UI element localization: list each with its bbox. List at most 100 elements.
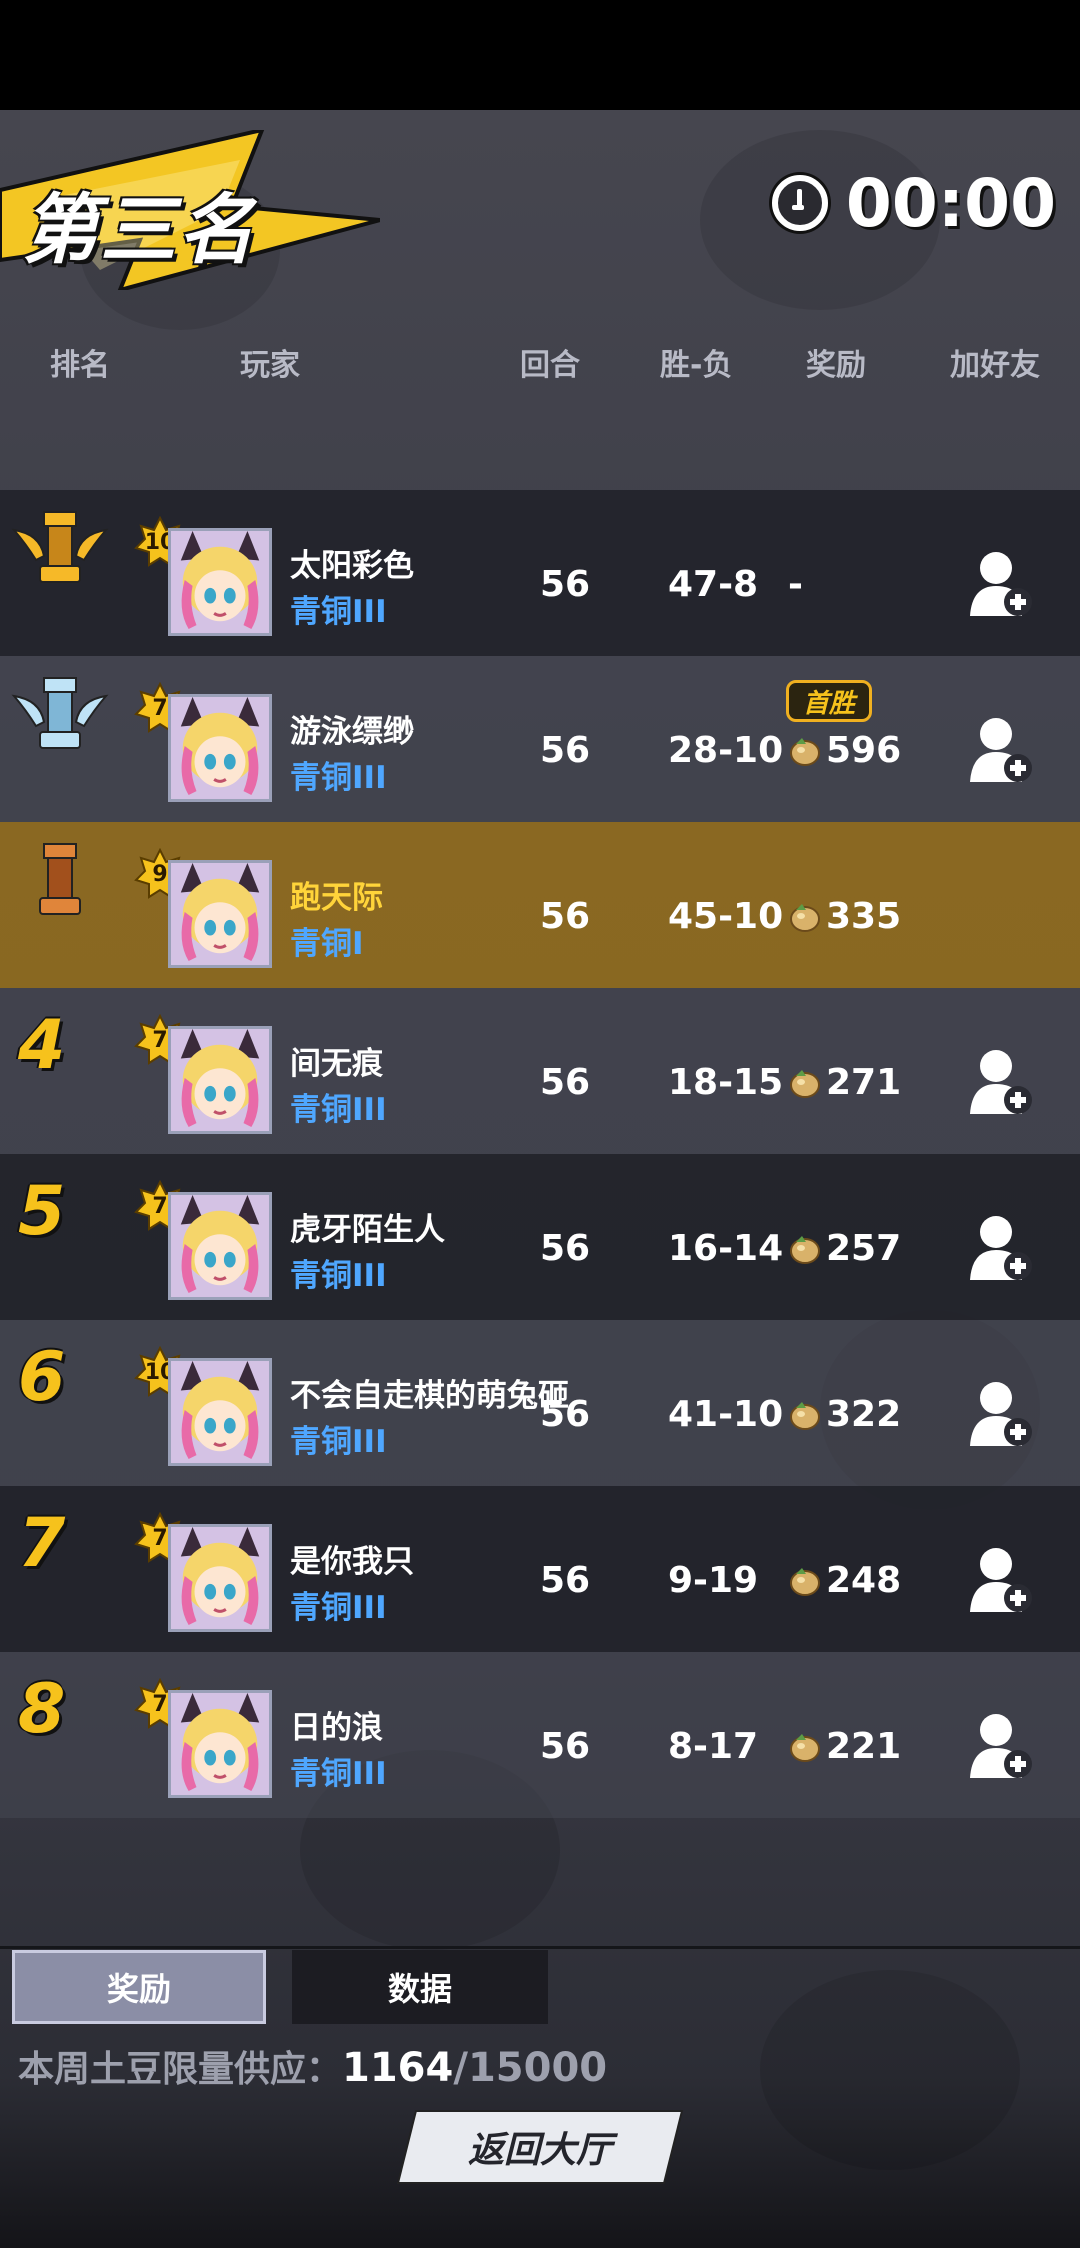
winloss-value: 47-8 <box>668 564 759 605</box>
add-friend-icon[interactable] <box>966 1210 1036 1284</box>
player-name: 是你我只 <box>290 1544 414 1580</box>
table-row: 8 7 日的浪 青铜III 56 8-17 221 <box>0 1652 1080 1818</box>
player-tier: 青铜III <box>290 1590 387 1626</box>
player-name: 跑天际 <box>290 880 383 916</box>
table-row: 6 10 不会自走棋的萌兔砸 青铜III 56 41-10 322 <box>0 1320 1080 1486</box>
add-friend-icon[interactable] <box>966 1542 1036 1616</box>
supply-current: 1164 <box>342 2045 454 2091</box>
rank-number: 5 <box>18 1172 66 1251</box>
rounds-value: 56 <box>540 1726 591 1767</box>
supply-max: /15000 <box>453 2045 608 2091</box>
winloss-value: 16-14 <box>668 1228 784 1269</box>
potato-coin-icon <box>788 1730 822 1764</box>
reward: 596 <box>788 730 901 771</box>
table-row: 4 7 间无痕 青铜III 56 18-15 271 <box>0 988 1080 1154</box>
back-to-lobby-button[interactable]: 返回大厅 <box>399 2112 681 2182</box>
timer-value: 00:00 <box>845 164 1056 242</box>
rank-number: 8 <box>18 1670 66 1749</box>
back-to-lobby-label: 返回大厅 <box>467 2130 612 2171</box>
reward-value: 596 <box>826 730 902 771</box>
player-tier: 青铜III <box>290 760 387 796</box>
potato-coin-icon <box>788 1398 822 1432</box>
add-friend-icon[interactable] <box>966 1708 1036 1782</box>
avatar[interactable] <box>168 1690 272 1798</box>
supply-info: 本周土豆限量供应：1164/15000 <box>18 2040 607 2092</box>
add-friend-icon[interactable] <box>966 1376 1036 1450</box>
player-name: 游泳缥缈 <box>290 714 414 750</box>
avatar[interactable] <box>168 1524 272 1632</box>
winloss-value: 9-19 <box>668 1560 759 1601</box>
rounds-value: 56 <box>540 1228 591 1269</box>
reward-value: - <box>788 564 803 605</box>
player-tier: 青铜III <box>290 1756 387 1792</box>
header-winloss: 胜-负 <box>660 348 733 383</box>
status-bar <box>0 0 1080 110</box>
reward-value: 271 <box>826 1062 902 1103</box>
add-friend-icon[interactable] <box>966 712 1036 786</box>
reward: 221 <box>788 1726 901 1767</box>
rounds-value: 56 <box>540 564 591 605</box>
potato-coin-icon <box>788 900 822 934</box>
reward: 248 <box>788 1560 901 1601</box>
reward: 271 <box>788 1062 901 1103</box>
winloss-value: 41-10 <box>668 1394 784 1435</box>
placement-title: 第三名 <box>22 185 256 274</box>
background-decoration <box>760 1970 1020 2170</box>
header-reward: 奖励 <box>806 348 866 383</box>
table-row: 10 太阳彩色 青铜III 56 47-8- <box>0 490 1080 656</box>
table-row: 5 7 虎牙陌生人 青铜III 56 16-14 257 <box>0 1154 1080 1320</box>
player-tier: 青铜III <box>290 1424 387 1460</box>
player-tier: 青铜I <box>290 926 364 962</box>
player-name: 日的浪 <box>290 1710 383 1746</box>
player-name: 间无痕 <box>290 1046 383 1082</box>
winloss-value: 18-15 <box>668 1062 784 1103</box>
player-name: 虎牙陌生人 <box>290 1212 445 1248</box>
bronze-rook-trophy-icon <box>39 843 81 915</box>
table-row: 7 7 是你我只 青铜III 56 9-19 248 <box>0 1486 1080 1652</box>
rank-number: 6 <box>18 1338 66 1417</box>
gold-rook-trophy-icon <box>11 511 109 583</box>
player-name: 不会自走棋的萌兔砸 <box>290 1378 569 1414</box>
potato-coin-icon <box>788 1066 822 1100</box>
reward-value: 257 <box>826 1228 902 1269</box>
reward-value: 221 <box>826 1726 902 1767</box>
divider <box>0 1946 1080 1949</box>
avatar[interactable] <box>168 1358 272 1466</box>
header-add-friend: 加好友 <box>950 348 1040 383</box>
avatar[interactable] <box>168 528 272 636</box>
reward: 335 <box>788 896 901 937</box>
avatar[interactable] <box>168 1192 272 1300</box>
silver-rook-trophy-icon <box>11 677 109 749</box>
rank-number: 4 <box>18 1006 66 1085</box>
header-player: 玩家 <box>240 348 300 383</box>
rounds-value: 56 <box>540 896 591 937</box>
clock-icon <box>771 175 828 231</box>
avatar[interactable] <box>168 860 272 968</box>
reward-value: 248 <box>826 1560 902 1601</box>
avatar[interactable] <box>168 1026 272 1134</box>
header-rank: 排名 <box>50 348 110 383</box>
reward: 322 <box>788 1394 901 1435</box>
rank-number: 7 <box>18 1504 66 1583</box>
tab-reward[interactable]: 奖励 <box>12 1950 266 2024</box>
rounds-value: 56 <box>540 1062 591 1103</box>
reward-value: 335 <box>826 896 902 937</box>
add-friend-icon[interactable] <box>966 1044 1036 1118</box>
reward: - <box>788 564 803 605</box>
table-row: 7 游泳缥缈 青铜III 56 28-10 首胜 596 <box>0 656 1080 822</box>
player-tier: 青铜III <box>290 1092 387 1128</box>
rounds-value: 56 <box>540 730 591 771</box>
potato-coin-icon <box>788 1564 822 1598</box>
potato-coin-icon <box>788 734 822 768</box>
table-row: 9 跑天际 青铜I 56 45-10 335 <box>0 822 1080 988</box>
player-tier: 青铜III <box>290 594 387 630</box>
reward: 257 <box>788 1228 901 1269</box>
tab-data[interactable]: 数据 <box>292 1950 548 2024</box>
winloss-value: 28-10 <box>668 730 784 771</box>
rounds-value: 56 <box>540 1394 591 1435</box>
add-friend-icon[interactable] <box>966 546 1036 620</box>
rounds-value: 56 <box>540 1560 591 1601</box>
potato-coin-icon <box>788 1232 822 1266</box>
winloss-value: 45-10 <box>668 896 784 937</box>
avatar[interactable] <box>168 694 272 802</box>
